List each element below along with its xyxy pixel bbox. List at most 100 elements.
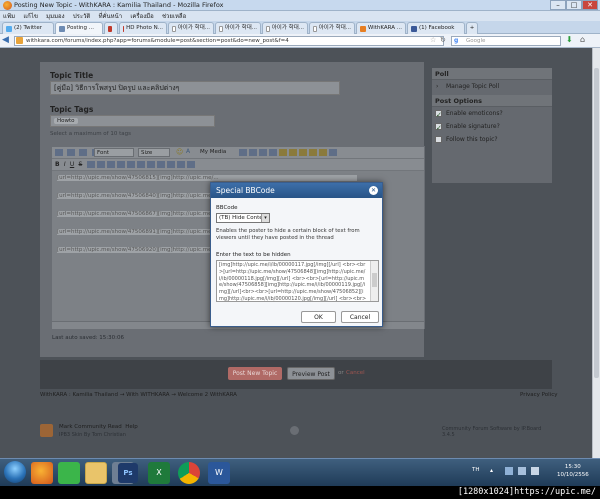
tab-korean-3[interactable]: 아이가 학대... — [262, 22, 308, 34]
reload-icon[interactable]: ↻ — [440, 36, 446, 44]
bold-icon[interactable]: B — [55, 161, 60, 168]
bookmark-star-icon[interactable]: ☆ — [430, 36, 436, 44]
maximize-button[interactable]: □ — [566, 0, 582, 10]
preview-post-button[interactable]: Preview Post — [287, 367, 335, 380]
volume-icon[interactable] — [531, 467, 539, 475]
close-button[interactable]: ✕ — [582, 0, 598, 10]
checkbox-signature[interactable] — [435, 122, 442, 135]
cancel-button[interactable]: Cancel — [341, 311, 379, 323]
new-tab-button[interactable]: + — [466, 22, 478, 34]
folder-icon[interactable] — [289, 149, 297, 156]
align-left-icon[interactable] — [126, 161, 135, 168]
scrollbar-thumb[interactable] — [594, 68, 599, 378]
breadcrumb[interactable]: WithKARA : Kamilia Thailand → With WITHK… — [40, 392, 237, 398]
tab-korean-1[interactable]: 아이가 학대... — [168, 22, 214, 34]
outdent-icon[interactable] — [166, 161, 175, 168]
line-icon[interactable] — [58, 462, 80, 484]
option-signature[interactable]: Enable signature? — [432, 120, 552, 135]
photoshop-icon[interactable]: Ps — [118, 463, 138, 483]
menu-history[interactable]: ประวัติ — [73, 13, 91, 20]
spoiler-icon[interactable] — [329, 149, 337, 156]
close-icon[interactable]: ✕ — [369, 186, 378, 195]
ok-button[interactable]: OK — [301, 311, 336, 323]
subscript-icon[interactable] — [86, 161, 95, 168]
color-icon[interactable]: A — [186, 148, 190, 155]
privacy-policy-link[interactable]: Privacy Policy — [520, 392, 557, 398]
folder-icon[interactable] — [279, 149, 287, 156]
strike-icon[interactable]: S — [78, 161, 82, 168]
tab-posting[interactable]: Posting ... — [55, 22, 103, 34]
redo-icon[interactable] — [269, 149, 277, 156]
menu-help[interactable]: ช่วยเหลือ — [162, 13, 186, 20]
minimize-button[interactable]: – — [550, 0, 566, 10]
tab-hd-photo[interactable]: HD Photo N... — [119, 22, 167, 34]
paste-icon[interactable] — [79, 149, 88, 156]
menu-tools[interactable]: เครื่องมือ — [130, 13, 153, 20]
textarea-scrollbar[interactable] — [370, 261, 378, 301]
folder-icon[interactable] — [299, 149, 307, 156]
underline-icon[interactable]: U — [70, 161, 74, 168]
search-input[interactable]: Google — [451, 36, 561, 46]
tab-twitter[interactable]: (2) Twitter — [2, 22, 54, 34]
tray-icon[interactable] — [505, 467, 513, 475]
remove-format-icon[interactable] — [67, 149, 76, 156]
superscript-icon[interactable] — [96, 161, 105, 168]
tab-pinned[interactable] — [104, 22, 118, 34]
firefox-icon[interactable] — [31, 462, 53, 484]
scrollbar-thumb[interactable] — [372, 273, 377, 287]
source-icon[interactable] — [55, 149, 63, 156]
option-emoticons[interactable]: Enable emoticons? — [432, 107, 552, 122]
chrome-icon[interactable] — [178, 462, 200, 484]
italic-icon[interactable]: I — [64, 161, 66, 168]
code-icon[interactable] — [186, 161, 195, 168]
network-icon[interactable] — [518, 467, 526, 475]
my-media-button[interactable]: My Media — [200, 149, 226, 155]
menu-file[interactable]: แฟ้ม — [3, 13, 15, 20]
help-link[interactable]: Help — [125, 424, 138, 430]
bullets-icon[interactable] — [106, 161, 115, 168]
menu-edit[interactable]: แก้ไข — [23, 13, 38, 20]
language-indicator[interactable]: TH — [472, 467, 480, 473]
tag-chip[interactable]: Howto — [54, 118, 78, 124]
post-new-topic-button[interactable]: Post New Topic — [228, 367, 282, 380]
menu-bookmarks[interactable]: ที่คั่นหน้า — [99, 13, 123, 20]
system-clock[interactable]: 15:30 10/10/2556 — [557, 463, 589, 479]
scroll-top-icon[interactable] — [290, 426, 299, 435]
page-scrollbar[interactable] — [592, 48, 600, 458]
align-right-icon[interactable] — [146, 161, 155, 168]
folder-icon[interactable] — [85, 462, 107, 484]
indent-icon[interactable] — [156, 161, 165, 168]
menu-view[interactable]: มุมมอง — [46, 13, 64, 20]
align-center-icon[interactable] — [136, 161, 145, 168]
tab-withkara[interactable]: WithKARA ... — [356, 22, 406, 34]
topic-tags-input[interactable]: Howto — [50, 115, 215, 127]
emoticon-icon[interactable]: ☺ — [176, 148, 183, 156]
word-icon[interactable]: W — [208, 462, 230, 484]
option-follow[interactable]: Follow this topic? — [432, 133, 552, 146]
url-bar[interactable]: withkara.com/forums/index.php?app=forums… — [14, 36, 444, 46]
size-select[interactable]: Size — [138, 148, 170, 157]
numbering-icon[interactable] — [116, 161, 125, 168]
image-icon[interactable] — [239, 149, 247, 156]
cancel-link[interactable]: Cancel — [346, 370, 365, 376]
quote-icon[interactable] — [176, 161, 185, 168]
back-arrow-icon[interactable]: ◀ — [2, 35, 9, 45]
font-select[interactable]: Font — [94, 148, 134, 157]
tab-korean-4[interactable]: 아이가 학대... — [309, 22, 355, 34]
hidden-text-area[interactable]: [img]http://upic.me/i/ib/00000117.jpg[/i… — [216, 260, 379, 302]
folder-icon[interactable] — [309, 149, 317, 156]
excel-icon[interactable]: X — [148, 462, 170, 484]
tab-facebook[interactable]: (1) Facebook — [407, 22, 465, 34]
undo-icon[interactable] — [259, 149, 267, 156]
topic-title-input[interactable]: [คู่มือ] วิธีการโพสรูป ปิดรูป และคลิปต่า… — [50, 81, 340, 95]
mark-read-link[interactable]: Mark Community Read Help — [59, 424, 138, 430]
link-icon[interactable] — [249, 149, 257, 156]
checkbox-emoticons[interactable] — [435, 109, 442, 122]
folder-icon[interactable] — [319, 149, 327, 156]
checkbox-follow[interactable] — [435, 136, 442, 143]
bbcode-select[interactable]: (TB) Hide Content ▾ — [216, 213, 270, 223]
tab-korean-2[interactable]: 아이가 학대... — [215, 22, 261, 34]
download-arrow-icon[interactable]: ⬇ — [566, 35, 573, 44]
rss-icon[interactable] — [40, 424, 53, 437]
home-icon[interactable]: ⌂ — [580, 35, 585, 44]
